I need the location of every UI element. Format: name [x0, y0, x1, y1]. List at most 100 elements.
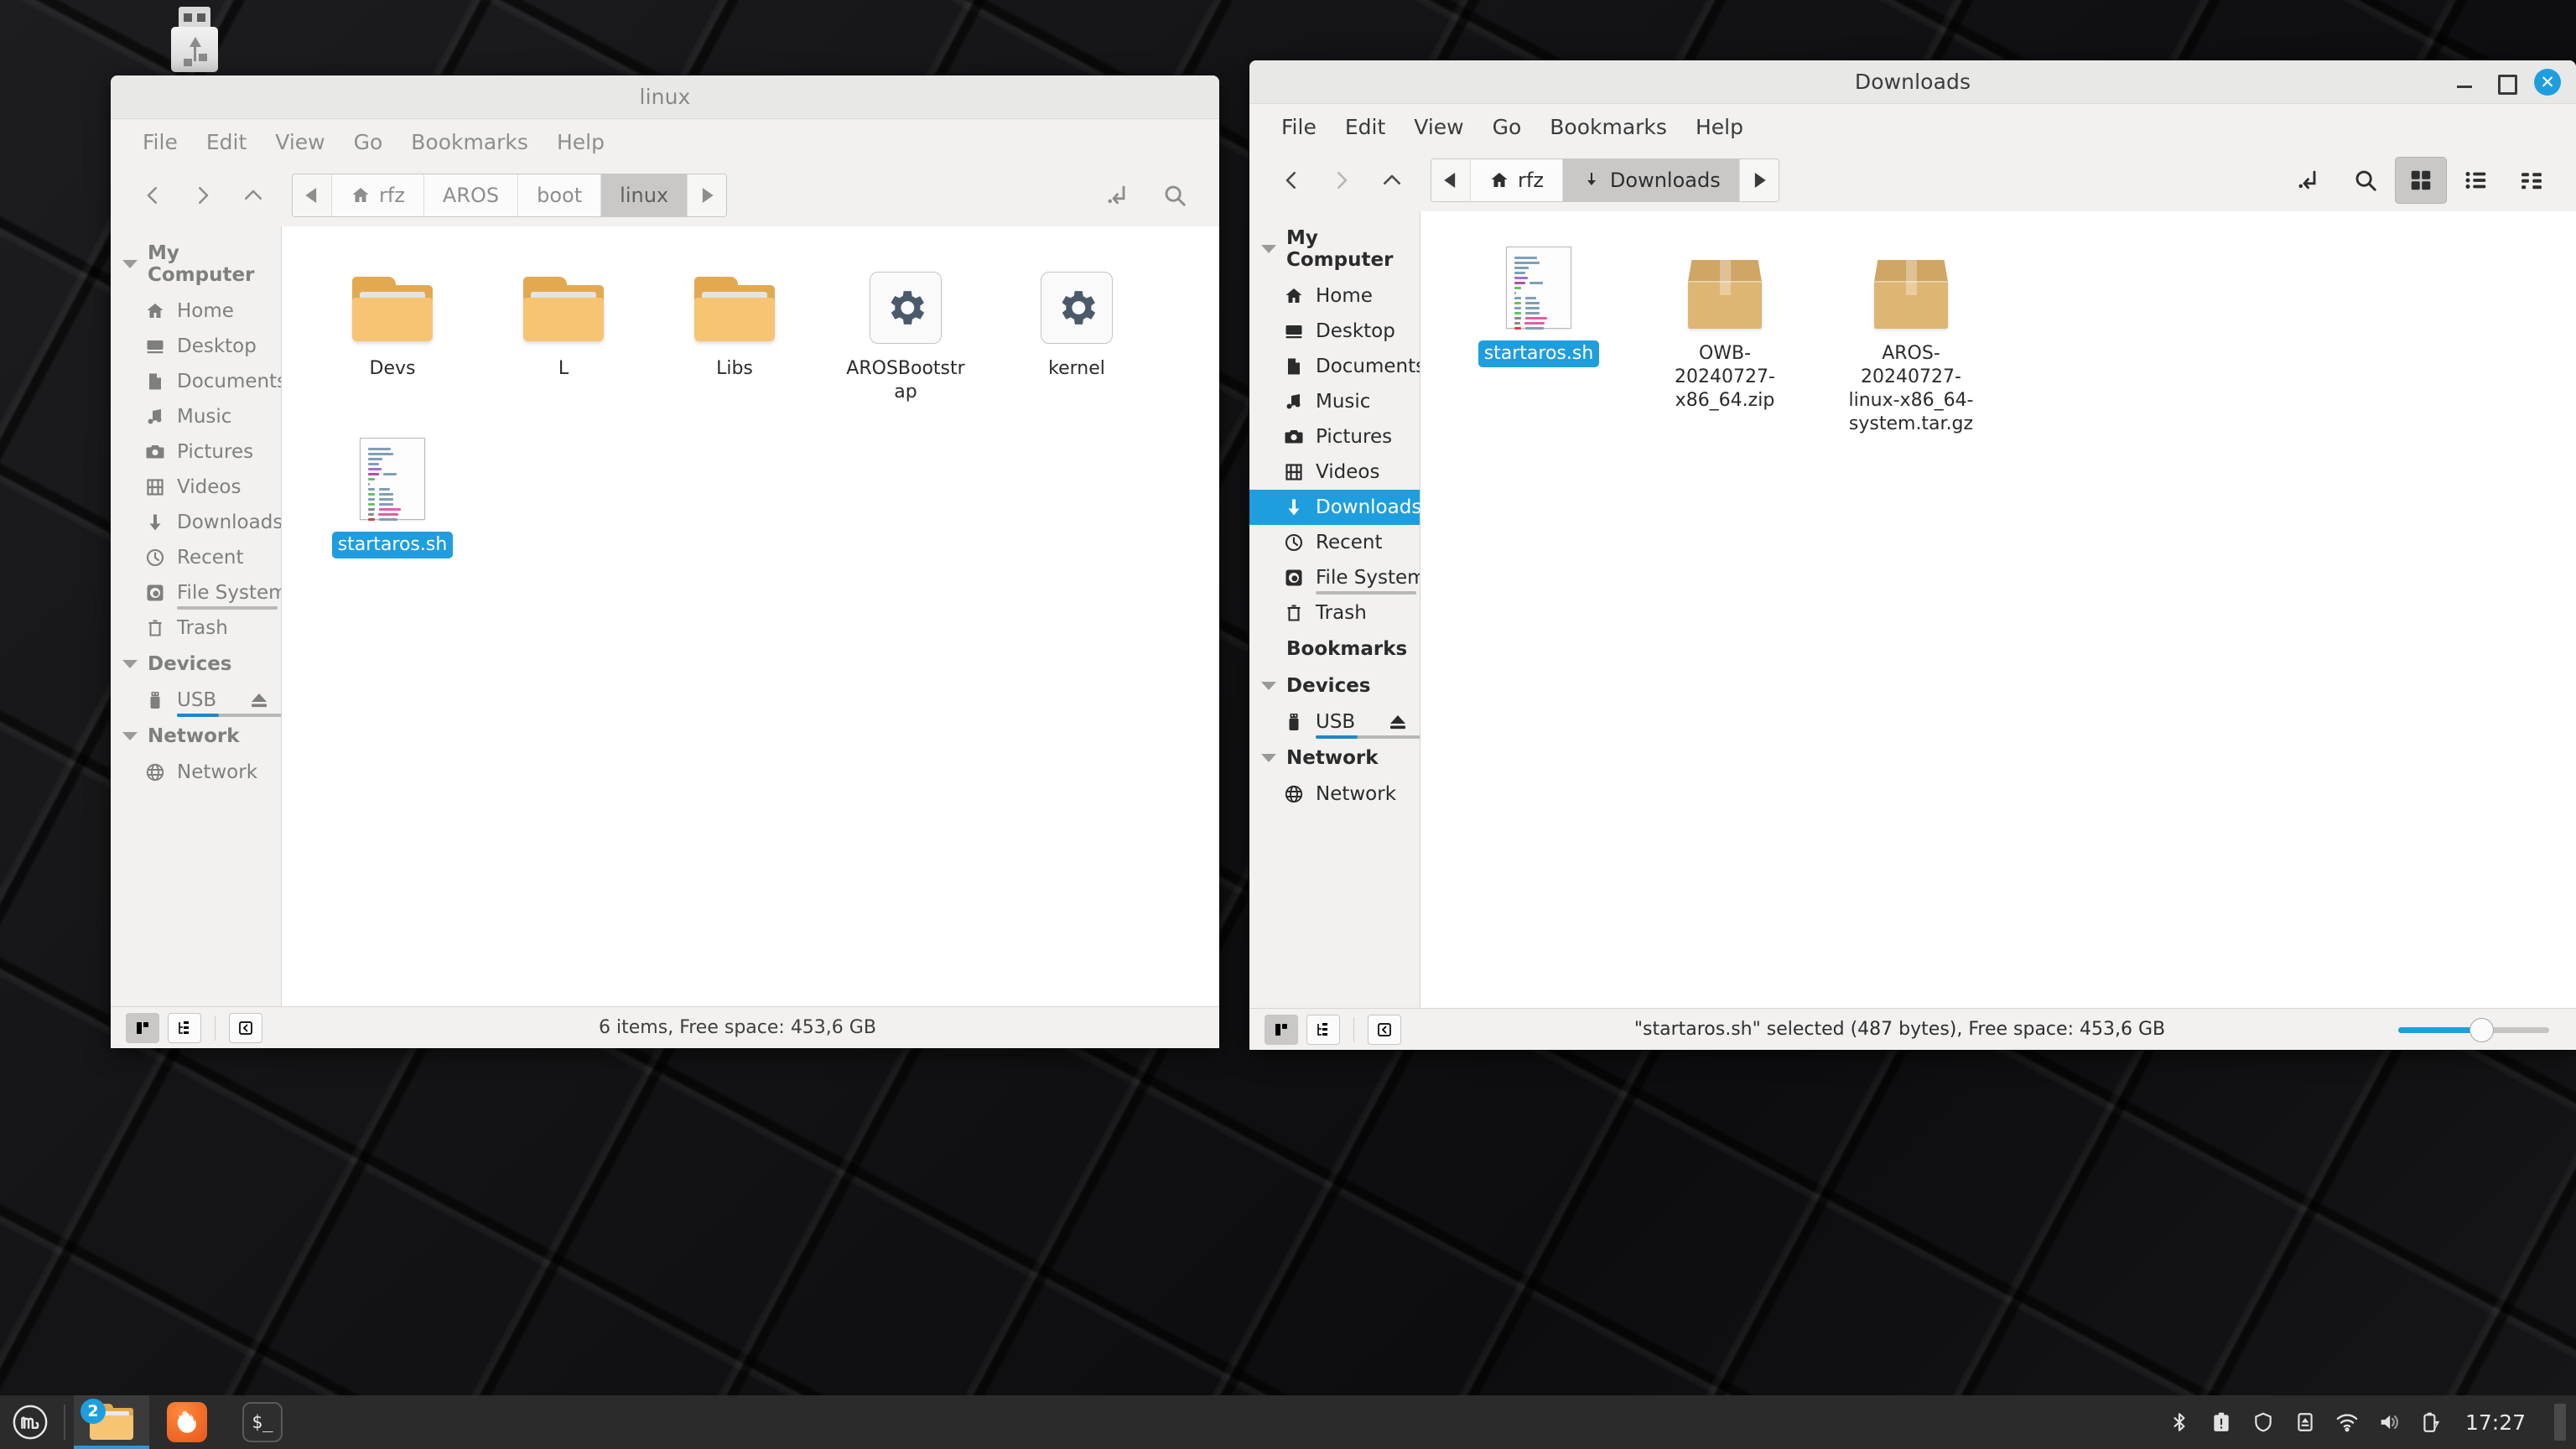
sidebar-item-desktop[interactable]: Desktop [111, 329, 281, 364]
file-manager-window-linux[interactable]: linux File Edit View Go Bookmarks Help r… [111, 75, 1219, 1048]
path-entry-icon[interactable] [1093, 172, 1145, 219]
bluetooth-icon[interactable] [2167, 1410, 2192, 1435]
compact-view-icon[interactable] [2506, 157, 2558, 204]
clock[interactable]: 17:27 [2465, 1410, 2526, 1435]
battery-charging-icon[interactable] [2418, 1410, 2444, 1435]
linux-mint-menu-icon[interactable] [0, 1395, 60, 1449]
menu-view[interactable]: View [1402, 110, 1475, 144]
sidebar-item-recent[interactable]: Recent [1249, 525, 1420, 560]
file-item[interactable]: AROSBootstrap [835, 250, 976, 406]
removable-media-icon[interactable] [2293, 1410, 2318, 1435]
toggle-sidebar-icon[interactable] [1368, 1014, 1401, 1045]
update-manager-icon[interactable] [2209, 1410, 2234, 1435]
sidebar-group-devices[interactable]: Devices [111, 646, 281, 683]
sidebar-item-pictures[interactable]: Pictures [1249, 419, 1420, 454]
zoom-slider[interactable] [2398, 1017, 2549, 1042]
sidebar-item-network[interactable]: Network [1249, 776, 1420, 812]
sidebar-item-downloads[interactable]: Downloads [111, 505, 281, 540]
sidebar-item-videos[interactable]: Videos [111, 470, 281, 505]
breadcrumb-scroll-left[interactable] [293, 174, 332, 216]
toggle-sidebar-icon[interactable] [229, 1012, 262, 1043]
file-item[interactable]: Libs [664, 250, 805, 406]
forward-button[interactable] [179, 172, 226, 219]
sidebar-item-videos[interactable]: Videos [1249, 454, 1420, 490]
breadcrumb-scroll-left[interactable] [1431, 159, 1471, 201]
path-entry-icon[interactable] [2284, 157, 2336, 204]
sidebar-group-bookmarks[interactable]: Bookmarks [1249, 631, 1420, 667]
parent-folder-button[interactable] [1368, 157, 1415, 204]
tree-view-icon[interactable] [168, 1012, 201, 1043]
sidebar-group-network[interactable]: Network [1249, 740, 1420, 776]
sidebar-item-trash[interactable]: Trash [1249, 595, 1420, 631]
menu-edit[interactable]: Edit [195, 125, 258, 159]
menu-bookmarks[interactable]: Bookmarks [1538, 110, 1679, 144]
task-file-manager[interactable]: 2 [74, 1395, 149, 1449]
eject-icon[interactable] [1388, 713, 1408, 731]
task-firefox[interactable] [149, 1395, 225, 1449]
places-view-icon[interactable] [1265, 1014, 1298, 1045]
parent-folder-button[interactable] [230, 172, 277, 219]
sidebar-item-trash[interactable]: Trash [111, 610, 281, 646]
sidebar-item-recent[interactable]: Recent [111, 540, 281, 575]
back-button[interactable] [129, 172, 176, 219]
breadcrumb-item-aros[interactable]: AROS [423, 174, 519, 216]
breadcrumb-scroll-right[interactable] [688, 174, 727, 216]
menu-help[interactable]: Help [545, 125, 616, 159]
sidebar-group-my-computer[interactable]: My Computer [1249, 220, 1420, 278]
file-item[interactable]: AROS-20240727-linux-x86_64-system.tar.gz [1833, 235, 1989, 439]
sidebar-downloads[interactable]: My Computer Home Desktop Documents Music Pict… [1249, 211, 1420, 1008]
sidebar-item-documents[interactable]: Documents [111, 364, 281, 399]
sidebar-item-music[interactable]: Music [1249, 384, 1420, 419]
breadcrumb-item-downloads[interactable]: Downloads [1562, 159, 1740, 201]
breadcrumb-item-rfz[interactable]: rfz [1471, 159, 1563, 201]
menu-go[interactable]: Go [1481, 110, 1534, 144]
minimize-icon[interactable] [2454, 71, 2475, 93]
sidebar-item-network[interactable]: Network [111, 755, 281, 790]
file-area-downloads[interactable]: startaros.sh OWB-20240727-x86_64.zip AROS-… [1420, 211, 2576, 1008]
file-item[interactable]: OWB-20240727-x86_64.zip [1647, 235, 1803, 439]
sidebar-item-home[interactable]: Home [1249, 278, 1420, 314]
sidebar-item-music[interactable]: Music [111, 399, 281, 434]
file-area-linux[interactable]: Devs L Libs AROSBootstrap kernel startaros.sh [282, 226, 1219, 1006]
menu-help[interactable]: Help [1684, 110, 1755, 144]
file-item[interactable]: Devs [322, 250, 463, 406]
menu-bookmarks[interactable]: Bookmarks [399, 125, 540, 159]
search-icon[interactable] [1149, 172, 1201, 219]
panel-grip[interactable] [2554, 1404, 2566, 1441]
titlebar-linux[interactable]: linux [111, 75, 1219, 119]
volume-icon[interactable] [2376, 1410, 2402, 1435]
sidebar-linux[interactable]: My Computer Home Desktop Documents Music Pict… [111, 226, 282, 1006]
menu-file[interactable]: File [1270, 110, 1328, 144]
icon-view-icon[interactable] [2395, 157, 2447, 204]
breadcrumb[interactable]: rfz AROS boot linux [292, 174, 728, 217]
menu-edit[interactable]: Edit [1333, 110, 1397, 144]
file-item[interactable]: startaros.sh [1461, 235, 1617, 439]
sidebar-item-desktop[interactable]: Desktop [1249, 314, 1420, 349]
breadcrumb-item-boot[interactable]: boot [518, 174, 602, 216]
sidebar-item-documents[interactable]: Documents [1249, 349, 1420, 384]
eject-icon[interactable] [249, 691, 269, 709]
tree-view-icon[interactable] [1306, 1014, 1340, 1045]
titlebar-downloads[interactable]: Downloads ✕ [1249, 60, 2576, 104]
close-icon[interactable]: ✕ [2534, 69, 2561, 96]
sidebar-item-downloads[interactable]: Downloads [1249, 490, 1420, 525]
breadcrumb[interactable]: rfz Downloads [1431, 158, 1779, 202]
sidebar-item-home[interactable]: Home [111, 293, 281, 329]
list-view-icon[interactable] [2450, 157, 2502, 204]
task-terminal[interactable]: $_ [225, 1395, 300, 1449]
sidebar-item-usb[interactable]: USB [1249, 704, 1420, 740]
menu-go[interactable]: Go [342, 125, 395, 159]
sidebar-item-usb[interactable]: USB [111, 683, 281, 718]
menu-file[interactable]: File [131, 125, 190, 159]
breadcrumb-item-rfz[interactable]: rfz [332, 174, 424, 216]
file-item[interactable]: L [493, 250, 634, 406]
desktop-icon-usb[interactable] [156, 7, 233, 72]
back-button[interactable] [1268, 157, 1315, 204]
search-icon[interactable] [2340, 157, 2392, 204]
sidebar-item-pictures[interactable]: Pictures [111, 434, 281, 470]
sidebar-group-my-computer[interactable]: My Computer [111, 235, 281, 293]
places-view-icon[interactable] [126, 1012, 159, 1043]
network-wifi-icon[interactable] [2334, 1410, 2360, 1435]
file-item[interactable]: startaros.sh [322, 426, 463, 559]
sidebar-group-network[interactable]: Network [111, 718, 281, 755]
